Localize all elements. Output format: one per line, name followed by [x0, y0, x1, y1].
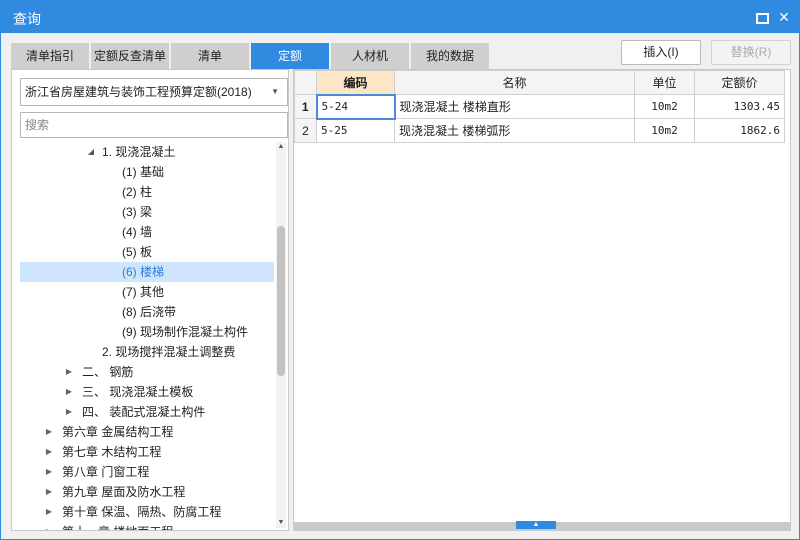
- cell-name[interactable]: 现浇混凝土 楼梯直形: [394, 94, 635, 119]
- expand-arrow-icon[interactable]: ▶: [44, 462, 54, 482]
- tree-node[interactable]: ▶ 四、 装配式混凝土构件: [20, 402, 274, 422]
- quota-library-value: 浙江省房屋建筑与装饰工程预算定额(2018): [25, 85, 252, 99]
- title-bar: 查询 ✕: [1, 1, 799, 33]
- tree-node[interactable]: (5) 板: [20, 242, 274, 262]
- cell-price[interactable]: 1303.45: [694, 94, 785, 119]
- quota-tree: ◢ 1. 现浇混凝土 (1) 基础 (2) 柱 (3) 梁 (4) 墙 (5) …: [20, 142, 274, 530]
- column-header-name[interactable]: 名称: [394, 70, 635, 95]
- quota-table: 编码 名称 单位 定额价 1 5-24 现浇混凝土 楼梯直形 10m2 1303…: [294, 70, 785, 143]
- column-header-unit[interactable]: 单位: [634, 70, 695, 95]
- expand-arrow-icon[interactable]: ▶: [44, 502, 54, 522]
- window-title: 查询: [13, 11, 41, 27]
- quota-tree-panel: 浙江省房屋建筑与装饰工程预算定额(2018) ▼ ◢ 1. 现浇混凝土 (1) …: [11, 69, 289, 531]
- tab-my-data[interactable]: 我的数据: [411, 43, 489, 69]
- expand-arrow-icon[interactable]: ▶: [44, 522, 54, 530]
- tree-node[interactable]: (8) 后浇带: [20, 302, 274, 322]
- dropdown-caret-icon: ▼: [271, 87, 279, 96]
- tree-node[interactable]: ▶ 第八章 门窗工程: [20, 462, 274, 482]
- tree-node[interactable]: 2. 现场搅拌混凝土调整费: [20, 342, 274, 362]
- search-input[interactable]: [25, 114, 287, 136]
- search-box[interactable]: [20, 112, 288, 138]
- tree-node[interactable]: ◢ 1. 现浇混凝土: [20, 142, 274, 162]
- cell-name[interactable]: 现浇混凝土 楼梯弧形: [394, 118, 635, 143]
- expand-arrow-icon[interactable]: ▶: [64, 382, 74, 402]
- table-row[interactable]: 2 5-25 现浇混凝土 楼梯弧形 10m2 1862.6: [294, 118, 785, 143]
- close-icon[interactable]: ✕: [776, 9, 792, 25]
- table-horizontal-scrollbar[interactable]: ▲: [294, 521, 790, 530]
- tree-node[interactable]: (7) 其他: [20, 282, 274, 302]
- cell-unit[interactable]: 10m2: [634, 118, 695, 143]
- query-dialog: 查询 ✕ 清单指引 定额反查清单 清单 定额 人材机 我的数据 插入(I) 替换…: [0, 0, 800, 540]
- row-number-header: [294, 70, 317, 95]
- expand-arrow-icon[interactable]: ▶: [64, 402, 74, 422]
- cell-code[interactable]: 5-24: [315, 93, 396, 120]
- tree-node[interactable]: ▶ 第七章 木结构工程: [20, 442, 274, 462]
- expand-up-icon[interactable]: ▲: [516, 521, 556, 529]
- scrollbar-thumb[interactable]: [277, 226, 285, 376]
- tree-node[interactable]: (3) 梁: [20, 202, 274, 222]
- tree-node[interactable]: ▶ 第六章 金属结构工程: [20, 422, 274, 442]
- expand-arrow-icon[interactable]: ▶: [44, 422, 54, 442]
- table-row[interactable]: 1 5-24 现浇混凝土 楼梯直形 10m2 1303.45: [294, 93, 785, 120]
- expand-arrow-icon[interactable]: ▶: [64, 362, 74, 382]
- expand-arrow-icon[interactable]: ▶: [44, 482, 54, 502]
- table-header-row: 编码 名称 单位 定额价: [294, 70, 785, 95]
- tree-node[interactable]: (9) 现场制作混凝土构件: [20, 322, 274, 342]
- replace-button[interactable]: 替换(R): [711, 40, 791, 65]
- tab-quota[interactable]: 定额: [251, 43, 329, 69]
- tree-node[interactable]: (1) 基础: [20, 162, 274, 182]
- insert-button[interactable]: 插入(I): [621, 40, 701, 65]
- tab-bill-list[interactable]: 清单: [171, 43, 249, 69]
- tab-labor-material-machine[interactable]: 人材机: [331, 43, 409, 69]
- tree-node[interactable]: ▶ 二、 钢筋: [20, 362, 274, 382]
- row-number: 1: [294, 94, 317, 119]
- cell-unit[interactable]: 10m2: [634, 94, 695, 119]
- scroll-down-icon[interactable]: ▼: [276, 518, 286, 528]
- tab-list-guide[interactable]: 清单指引: [11, 43, 89, 69]
- tree-node[interactable]: ▶ 第十一章 楼地面工程: [20, 522, 274, 530]
- tree-node[interactable]: ▶ 第九章 屋面及防水工程: [20, 482, 274, 502]
- row-number: 2: [294, 118, 317, 143]
- tree-scrollbar[interactable]: ▲ ▼: [276, 142, 286, 528]
- scroll-up-icon[interactable]: ▲: [276, 142, 286, 152]
- tree-node[interactable]: ▶ 三、 现浇混凝土模板: [20, 382, 274, 402]
- column-header-code[interactable]: 编码: [316, 70, 395, 95]
- tree-node-selected[interactable]: (6) 楼梯: [20, 262, 274, 282]
- cell-price[interactable]: 1862.6: [694, 118, 785, 143]
- collapse-arrow-icon[interactable]: ◢: [86, 142, 96, 162]
- tree-node[interactable]: ▶ 第十章 保温、隔热、防腐工程: [20, 502, 274, 522]
- tree-node[interactable]: (4) 墙: [20, 222, 274, 242]
- column-header-price[interactable]: 定额价: [694, 70, 785, 95]
- quota-library-select[interactable]: 浙江省房屋建筑与装饰工程预算定额(2018) ▼: [20, 78, 288, 106]
- cell-code[interactable]: 5-25: [316, 118, 395, 143]
- expand-arrow-icon[interactable]: ▶: [44, 442, 54, 462]
- quota-table-panel: 编码 名称 单位 定额价 1 5-24 现浇混凝土 楼梯直形 10m2 1303…: [293, 69, 791, 531]
- tree-node[interactable]: (2) 柱: [20, 182, 274, 202]
- maximize-icon[interactable]: [753, 9, 769, 25]
- tab-quota-reverse-lookup[interactable]: 定额反查清单: [91, 43, 169, 69]
